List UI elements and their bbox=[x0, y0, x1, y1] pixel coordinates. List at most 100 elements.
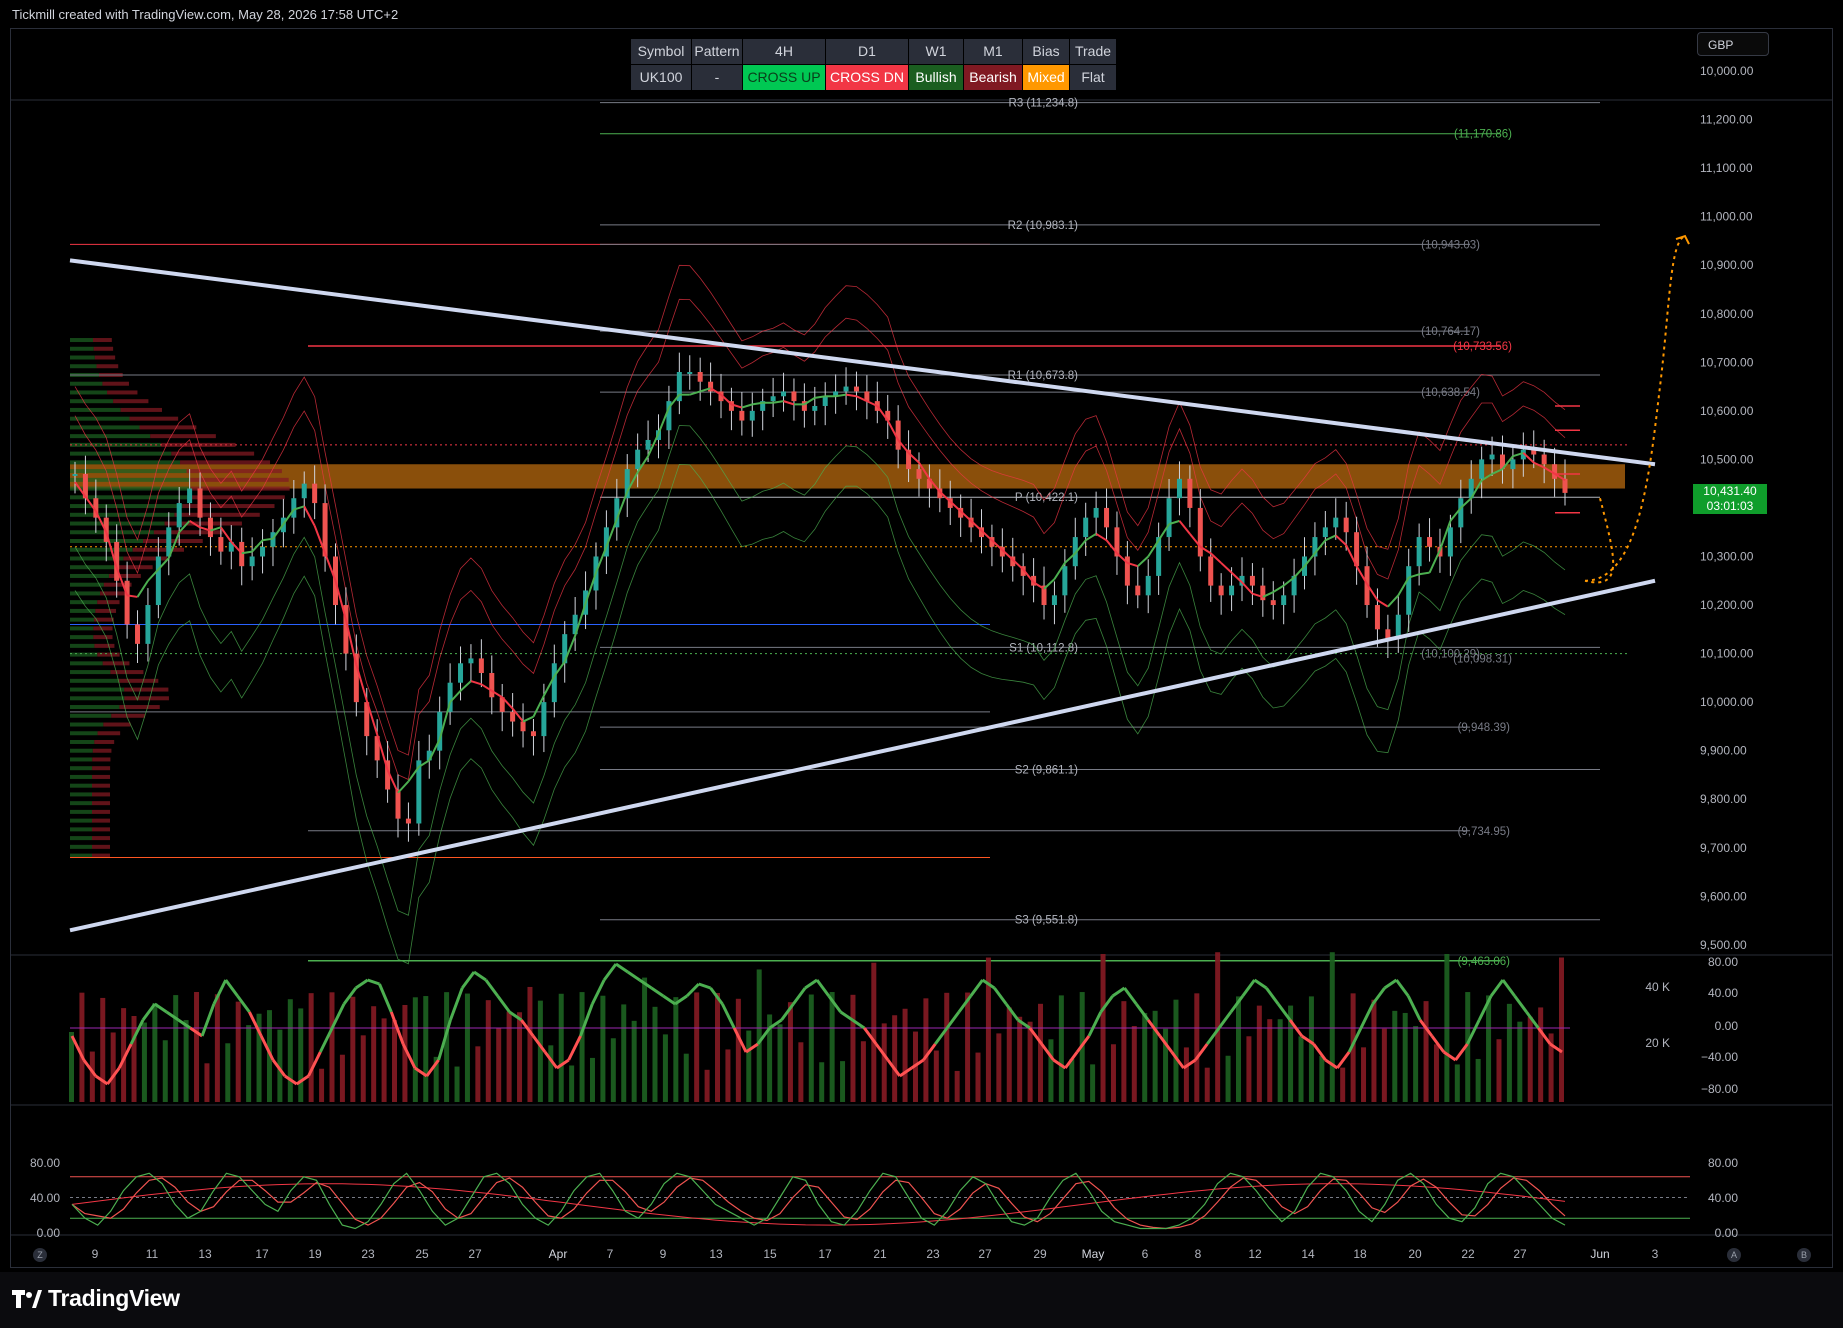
cci-line-segment bbox=[626, 970, 641, 982]
candle-body bbox=[1406, 566, 1412, 615]
volume-bar bbox=[162, 1040, 168, 1102]
table-cell-bias: Mixed bbox=[1023, 65, 1069, 90]
volume-bar bbox=[537, 1000, 543, 1102]
time-axis-label: 11 bbox=[146, 1247, 159, 1261]
volume-profile-bar bbox=[97, 731, 121, 736]
candle-body bbox=[687, 372, 693, 375]
volume-bar bbox=[1246, 1036, 1252, 1102]
volume-profile-bar bbox=[70, 757, 93, 762]
z-toggle-icon[interactable]: Z bbox=[33, 1248, 47, 1262]
volume-bar bbox=[339, 1054, 345, 1102]
chart-canvas[interactable]: 10,000.00 11,200.00 11,100.00 11,000.00 10,9… bbox=[0, 0, 1843, 1272]
volume-bar bbox=[1183, 1047, 1189, 1102]
volume-bar bbox=[683, 1053, 689, 1102]
candle-body bbox=[770, 396, 776, 402]
candle-body bbox=[1489, 454, 1495, 460]
volume-bar bbox=[194, 992, 200, 1102]
volume-bar bbox=[475, 1046, 481, 1102]
cci-line-segment bbox=[354, 978, 369, 990]
volume-bar bbox=[996, 1033, 1002, 1102]
auto-scale-icon[interactable]: A bbox=[1727, 1248, 1741, 1262]
table-cell-symbol: UK100 bbox=[631, 65, 691, 90]
bottom-bar bbox=[0, 1272, 1843, 1328]
cci-line-segment bbox=[367, 978, 380, 986]
volume-profile-bar bbox=[70, 748, 93, 753]
candle-body bbox=[468, 658, 474, 664]
volume-profile-bar bbox=[93, 338, 112, 343]
volume-bar bbox=[1329, 952, 1335, 1102]
volume-bar bbox=[1152, 1010, 1158, 1102]
volume-bar bbox=[1402, 1012, 1408, 1102]
volume-bar bbox=[1267, 1019, 1273, 1102]
candle-body bbox=[1416, 537, 1422, 567]
candle-body bbox=[1552, 464, 1558, 479]
candle-body bbox=[781, 391, 787, 397]
cci-line-segment bbox=[1501, 979, 1516, 997]
cci-line-segment bbox=[815, 979, 831, 997]
candle-body bbox=[458, 663, 464, 683]
currency-button[interactable]: GBP bbox=[1697, 32, 1769, 56]
cci-axis-label: −80.00 bbox=[1701, 1082, 1738, 1096]
cci-line-segment bbox=[721, 1003, 736, 1029]
level-label: (10,638.54) bbox=[1421, 387, 1480, 399]
volume-bar bbox=[746, 1030, 752, 1102]
stoch-axis-label-left: 40.00 bbox=[30, 1191, 60, 1205]
stoch-k-line bbox=[71, 1172, 1566, 1230]
ascending-trendline bbox=[69, 578, 1656, 933]
volume-bar bbox=[517, 1012, 523, 1102]
candle-body bbox=[72, 473, 78, 476]
volume-bar bbox=[579, 992, 585, 1102]
volume-bar bbox=[225, 1043, 231, 1102]
table-header-pattern: Pattern bbox=[692, 39, 742, 64]
volume-profile-bar bbox=[94, 355, 116, 360]
volume-profile-bar bbox=[110, 670, 144, 675]
candle-body bbox=[1510, 459, 1516, 470]
price-axis-label: 9,500.00 bbox=[1700, 938, 1747, 952]
cci-line-segment bbox=[1135, 1003, 1150, 1021]
volume-bar bbox=[1204, 1067, 1210, 1102]
volume-profile-bar bbox=[70, 818, 92, 823]
volume-bar bbox=[850, 994, 856, 1102]
volume-bar bbox=[527, 986, 533, 1102]
volume-profile-bar bbox=[93, 346, 114, 351]
candle-body bbox=[1218, 585, 1224, 596]
price-axis-label: 11,100.00 bbox=[1700, 161, 1753, 175]
volume-profile-bar bbox=[70, 836, 92, 841]
candle-body bbox=[551, 663, 557, 703]
bookmark-icon[interactable]: B bbox=[1797, 1248, 1811, 1262]
candle-body bbox=[176, 503, 182, 528]
volume-bar bbox=[1027, 1021, 1033, 1102]
volume-bar bbox=[69, 1032, 74, 1102]
volume-profile-bar bbox=[70, 477, 191, 482]
volume-bar bbox=[1392, 1010, 1398, 1102]
candle-body bbox=[1145, 575, 1151, 596]
volume-bar bbox=[1110, 1044, 1116, 1102]
volume-bar bbox=[183, 1020, 189, 1102]
time-axis-label: 6 bbox=[1142, 1247, 1149, 1261]
time-axis-label: 25 bbox=[415, 1247, 429, 1261]
candle-body bbox=[1051, 595, 1057, 606]
price-axis-label: 9,900.00 bbox=[1700, 744, 1747, 758]
candle-body bbox=[1322, 527, 1328, 538]
signal-table-header: Symbol Pattern 4H D1 W1 M1 Bias Trade bbox=[631, 39, 1116, 64]
cci-line-segment bbox=[650, 986, 665, 998]
volume-bar bbox=[1319, 1055, 1325, 1102]
candle-body bbox=[405, 818, 411, 824]
volume-bar bbox=[704, 1069, 710, 1102]
volume-bar bbox=[1235, 996, 1241, 1102]
volume-bar bbox=[287, 999, 293, 1102]
cci-line-segment bbox=[1489, 979, 1505, 997]
volume-profile-bar bbox=[70, 809, 92, 814]
volume-bar bbox=[600, 995, 606, 1102]
cci-axis-label: 40.00 bbox=[1708, 986, 1738, 1000]
candle-body bbox=[853, 386, 859, 392]
candle-body bbox=[260, 546, 266, 557]
stoch-axis-label-right: 0.00 bbox=[1715, 1226, 1739, 1240]
volume-profile-bar bbox=[70, 504, 183, 509]
price-axis-label: 9,700.00 bbox=[1700, 841, 1747, 855]
moving-average-segment bbox=[1220, 562, 1233, 574]
cci-line-segment bbox=[993, 987, 1008, 1005]
volume-profile-bar bbox=[143, 539, 203, 544]
volume-bar bbox=[589, 1057, 595, 1102]
table-header-w1: W1 bbox=[909, 39, 963, 64]
